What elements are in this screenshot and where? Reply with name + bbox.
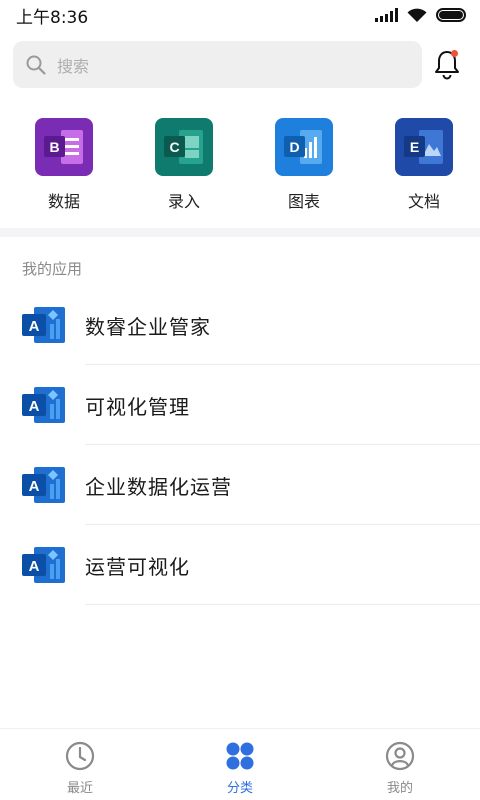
nav-mine[interactable]: 我的 [320,729,480,800]
user-icon [385,741,415,771]
nav-label: 我的 [386,781,413,796]
app-icon-letter: A [29,318,40,335]
app-row-shurui-enterprise[interactable]: A 数睿企业管家 [0,285,480,365]
search-placeholder: 搜索 [57,56,90,76]
quick-app-label: 文档 [407,192,440,211]
battery-icon [436,8,466,22]
search-header: 搜索 [0,40,480,90]
clock-icon [65,741,95,771]
nav-label: 分类 [226,781,253,796]
notification-badge [451,50,458,57]
quick-app-entry[interactable]: C 录入 [128,118,240,214]
quick-icon-letter: E [410,139,419,155]
quick-app-label: 图表 [287,192,320,211]
row-divider [85,604,480,605]
my-apps-list: A 数睿企业管家 A 可视化管理 A 企业数据化运营 A 运营可视化 [0,285,480,605]
app-name: 企业数据化运营 [85,475,232,499]
nav-category[interactable]: 分类 [160,729,320,800]
data-app-icon: B [35,118,93,176]
grid-icon [226,742,254,770]
app-name: 数睿企业管家 [85,315,211,339]
entry-app-icon: C [155,118,213,176]
app-row-enterprise-data-ops[interactable]: A 企业数据化运营 [0,445,480,525]
app-icon-letter: A [29,478,40,495]
status-bar: 上午8:36 [0,0,480,30]
quick-app-label: 录入 [167,192,200,211]
status-time: 上午8:36 [16,7,89,28]
quick-app-chart[interactable]: D 图表 [248,118,360,214]
bottom-nav: 最近 分类 我的 [0,728,480,800]
app-icon: A [22,547,65,583]
chart-app-icon: D [275,118,333,176]
quick-apps: B 数据 C 录入 D 图表 E 文档 [0,118,480,214]
app-name: 运营可视化 [85,555,190,579]
app-icon: A [22,467,65,503]
app-icon-letter: A [29,398,40,415]
quick-icon-letter: D [289,139,299,155]
nav-label: 最近 [66,781,93,796]
app-icon: A [22,387,65,423]
search-input[interactable]: 搜索 [13,41,422,88]
quick-app-data[interactable]: B 数据 [8,118,120,214]
nav-recent[interactable]: 最近 [0,729,160,800]
search-icon [26,55,46,75]
quick-app-document[interactable]: E 文档 [368,118,480,214]
notification-button[interactable] [432,48,462,80]
signal-icon [375,8,398,22]
quick-icon-letter: C [169,139,179,155]
quick-icon-letter: B [49,139,59,155]
app-screen: 上午8:36 搜索 B 数据 C 录入 D 图表 E 文档 我的应用 A 数睿企… [0,0,480,800]
app-row-ops-visualization[interactable]: A 运营可视化 [0,525,480,605]
app-icon: A [22,307,65,343]
my-apps-title: 我的应用 [22,260,83,278]
app-icon-letter: A [29,558,40,575]
status-icons [375,7,466,23]
app-row-visual-management[interactable]: A 可视化管理 [0,365,480,445]
wifi-icon [407,8,427,22]
app-name: 可视化管理 [85,395,190,419]
document-app-icon: E [395,118,453,176]
section-divider [0,228,480,237]
quick-app-label: 数据 [47,192,80,211]
